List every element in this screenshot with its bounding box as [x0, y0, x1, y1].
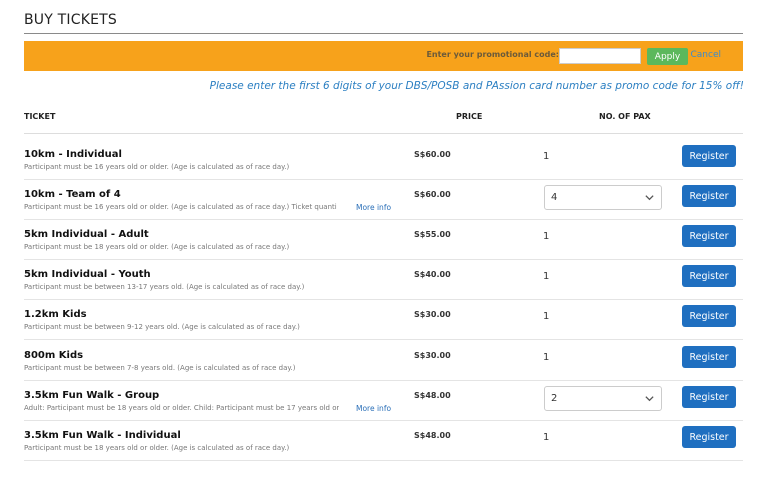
table-row: 5km Individual - Youth Participant must b…: [24, 259, 743, 300]
pax-count: 1: [543, 151, 550, 162]
ticket-description: Participant must be 16 years old or olde…: [24, 163, 290, 171]
ticket-description: Participant must be between 7-8 years ol…: [24, 364, 296, 372]
register-button[interactable]: Register: [682, 305, 736, 327]
pax-count: 1: [543, 271, 550, 282]
table-row: 10km - Individual Participant must be 16 …: [24, 139, 743, 180]
header-divider: [24, 133, 743, 134]
pax-count: 1: [543, 311, 550, 322]
ticket-price: S$40.00: [414, 270, 451, 279]
chevron-down-icon: [645, 396, 654, 402]
ticket-name: 800m Kids: [24, 350, 84, 361]
ticket-name: 3.5km Fun Walk - Individual: [24, 430, 181, 441]
ticket-name: 5km Individual - Adult: [24, 229, 149, 240]
ticket-name: 5km Individual - Youth: [24, 269, 151, 280]
page-title: BUY TICKETS: [24, 12, 117, 28]
promo-bar: Enter your promotional code: Apply Cance…: [24, 41, 743, 71]
header-ticket: TICKET: [24, 112, 56, 121]
ticket-description: Participant must be between 9-12 years o…: [24, 323, 300, 331]
pax-select[interactable]: 2: [544, 386, 662, 411]
ticket-price: S$55.00: [414, 230, 451, 239]
pax-count: 1: [543, 432, 550, 443]
cancel-link[interactable]: Cancel: [691, 50, 722, 60]
ticket-description: Adult: Participant must be 18 years old …: [24, 404, 340, 412]
ticket-description: Participant must be 18 years old or olde…: [24, 243, 290, 251]
pax-count: 1: [543, 231, 550, 242]
ticket-price: S$30.00: [414, 351, 451, 360]
register-button[interactable]: Register: [682, 145, 736, 167]
register-button[interactable]: Register: [682, 386, 736, 408]
table-row: 3.5km Fun Walk - Group Adult: Participant…: [24, 380, 743, 421]
more-info-link[interactable]: More info: [356, 203, 391, 212]
ticket-price: S$60.00: [414, 190, 451, 199]
buy-tickets-page: BUY TICKETS Enter your promotional code:…: [0, 0, 768, 487]
pax-select-value: 4: [551, 192, 558, 203]
table-row: 800m Kids Participant must be between 7-8…: [24, 340, 743, 381]
more-info-link[interactable]: More info: [356, 404, 391, 413]
ticket-price: S$60.00: [414, 150, 451, 159]
ticket-price: S$30.00: [414, 310, 451, 319]
table-row: 1.2km Kids Participant must be between 9-…: [24, 299, 743, 340]
pax-select[interactable]: 4: [544, 185, 662, 210]
ticket-name: 1.2km Kids: [24, 309, 87, 320]
ticket-name: 10km - Team of 4: [24, 189, 121, 200]
ticket-name: 3.5km Fun Walk - Group: [24, 390, 160, 401]
header-pax: NO. OF PAX: [599, 112, 651, 121]
table-row: 5km Individual - Adult Participant must b…: [24, 219, 743, 260]
ticket-description: Participant must be between 13-17 years …: [24, 283, 305, 291]
register-button[interactable]: Register: [682, 185, 736, 207]
promo-code-input[interactable]: [559, 48, 641, 64]
table-row: 3.5km Fun Walk - Individual Participant m…: [24, 420, 743, 461]
table-row: 10km - Team of 4 Participant must be 16 y…: [24, 179, 743, 220]
register-button[interactable]: Register: [682, 426, 736, 448]
ticket-price: S$48.00: [414, 391, 451, 400]
header-price: PRICE: [456, 112, 483, 121]
promo-label: Enter your promotional code:: [426, 50, 559, 59]
ticket-description: Participant must be 18 years old or olde…: [24, 444, 290, 452]
ticket-name: 10km - Individual: [24, 149, 122, 160]
chevron-down-icon: [645, 195, 654, 201]
apply-button[interactable]: Apply: [647, 48, 688, 65]
ticket-description: Participant must be 16 years old or olde…: [24, 203, 337, 211]
register-button[interactable]: Register: [682, 346, 736, 368]
ticket-price: S$48.00: [414, 431, 451, 440]
promo-note: Please enter the first 6 digits of your …: [209, 80, 744, 92]
register-button[interactable]: Register: [682, 225, 736, 247]
pax-select-value: 2: [551, 393, 558, 404]
pax-count: 1: [543, 352, 550, 363]
register-button[interactable]: Register: [682, 265, 736, 287]
title-divider: [24, 33, 743, 34]
